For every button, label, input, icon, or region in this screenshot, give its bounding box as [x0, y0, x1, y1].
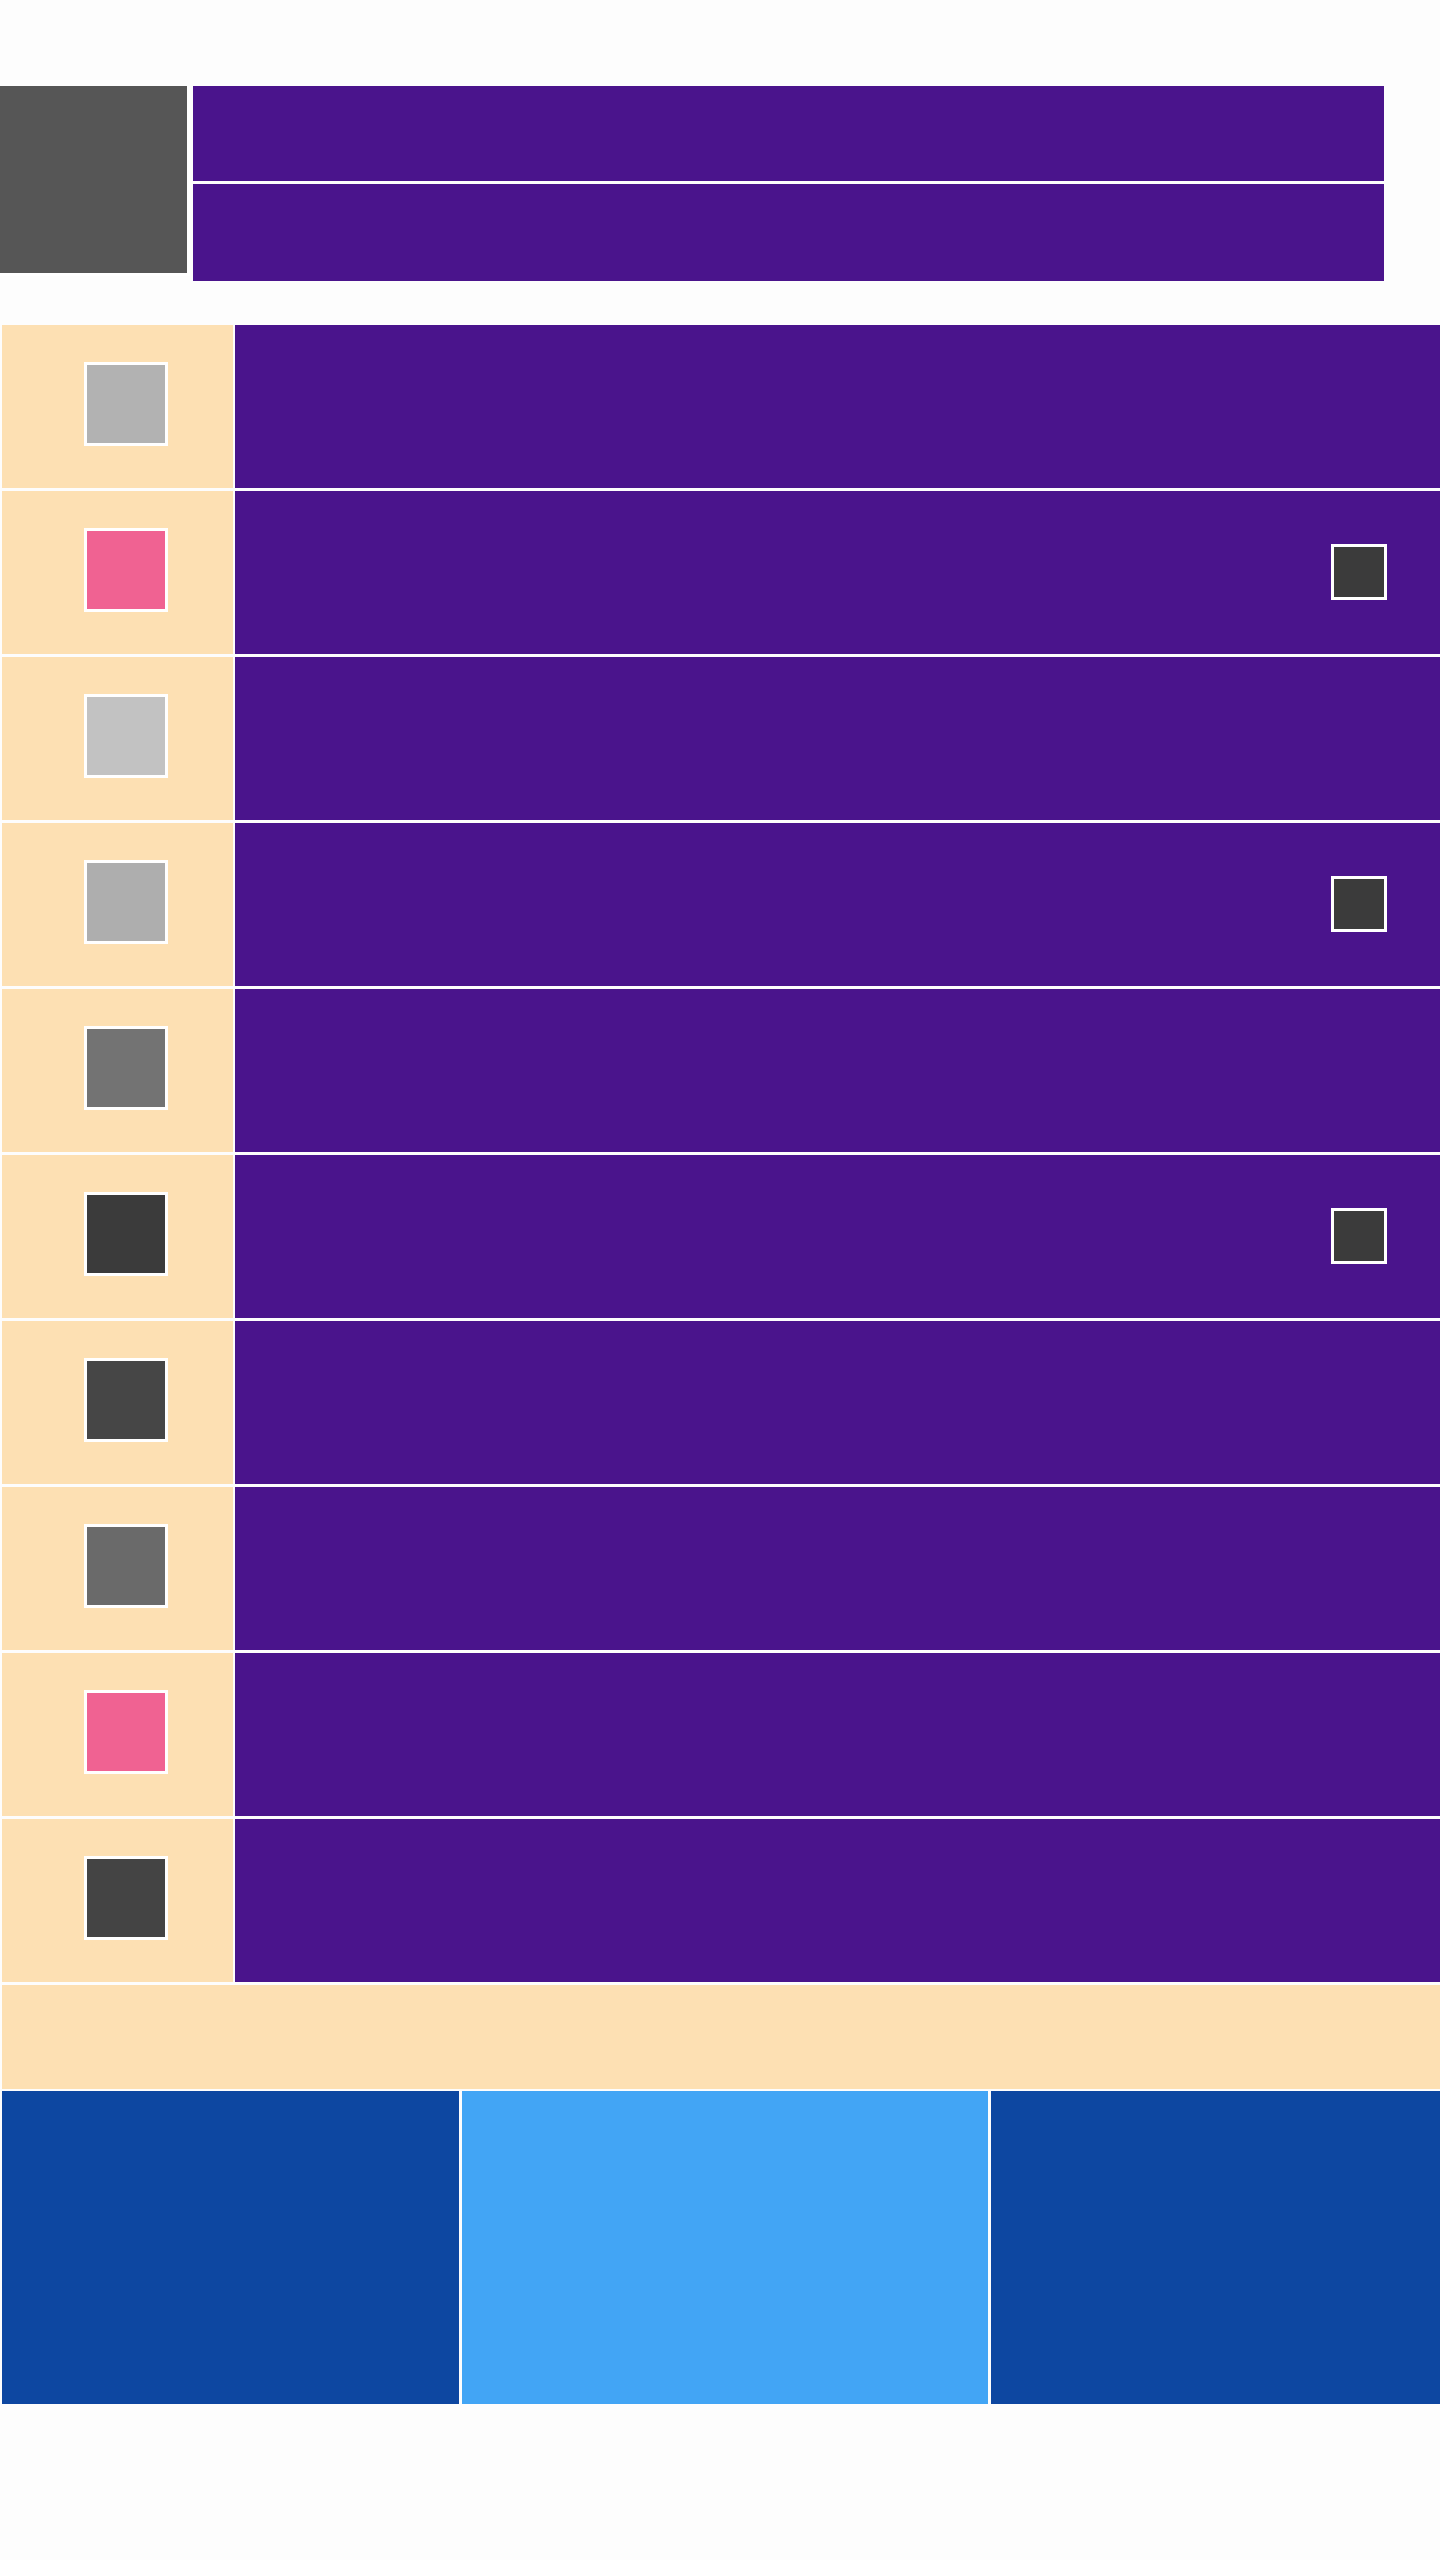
list-item-label [235, 1321, 1440, 1484]
list-item-label [235, 1487, 1440, 1650]
list-item-label [235, 1155, 1440, 1318]
list-item[interactable] [2, 491, 1440, 654]
header-title [193, 86, 1384, 181]
color-swatch-icon [84, 1524, 168, 1608]
header [0, 86, 1384, 281]
header-subtitle [193, 184, 1384, 281]
list-item-icon-cell [2, 989, 233, 1152]
list-item-icon-cell [2, 1487, 233, 1650]
color-swatch-icon [84, 362, 168, 446]
footer-band [2, 1985, 1440, 2089]
color-swatch-icon [84, 1026, 168, 1110]
list-item-label [235, 1819, 1440, 1982]
list-item[interactable] [2, 1155, 1440, 1318]
list-item-icon-cell [2, 1653, 233, 1816]
list-item[interactable] [2, 1653, 1440, 1816]
list-item-icon-cell [2, 1155, 233, 1318]
list-item[interactable] [2, 823, 1440, 986]
tab-2[interactable] [462, 2091, 988, 2404]
bottom-tab-bar [2, 2091, 1440, 2404]
checkbox[interactable] [1331, 1208, 1387, 1264]
color-swatch-icon [84, 1856, 168, 1940]
color-swatch-icon [84, 1192, 168, 1276]
color-swatch-icon [84, 694, 168, 778]
checkbox[interactable] [1331, 544, 1387, 600]
list-item-label [235, 989, 1440, 1152]
list-item-icon-cell [2, 491, 233, 654]
list-item[interactable] [2, 1819, 1440, 1982]
list-item-icon-cell [2, 823, 233, 986]
avatar[interactable] [0, 86, 190, 276]
list-item-label [235, 823, 1440, 986]
list-item-label [235, 325, 1440, 488]
list-item-icon-cell [2, 1819, 233, 1982]
tab-3[interactable] [991, 2091, 1440, 2404]
color-swatch-icon [84, 860, 168, 944]
list-item[interactable] [2, 1487, 1440, 1650]
color-swatch-icon [84, 1358, 168, 1442]
list-item-icon-cell [2, 1321, 233, 1484]
list-item-label [235, 657, 1440, 820]
item-list [2, 325, 1440, 1985]
tab-1[interactable] [2, 2091, 459, 2404]
list-item[interactable] [2, 989, 1440, 1152]
checkbox[interactable] [1331, 876, 1387, 932]
list-item[interactable] [2, 657, 1440, 820]
color-swatch-icon [84, 528, 168, 612]
list-item[interactable] [2, 1321, 1440, 1484]
list-item-label [235, 1653, 1440, 1816]
color-swatch-icon [84, 1690, 168, 1774]
list-item[interactable] [2, 325, 1440, 488]
list-item-label [235, 491, 1440, 654]
list-item-icon-cell [2, 657, 233, 820]
list-item-icon-cell [2, 325, 233, 488]
